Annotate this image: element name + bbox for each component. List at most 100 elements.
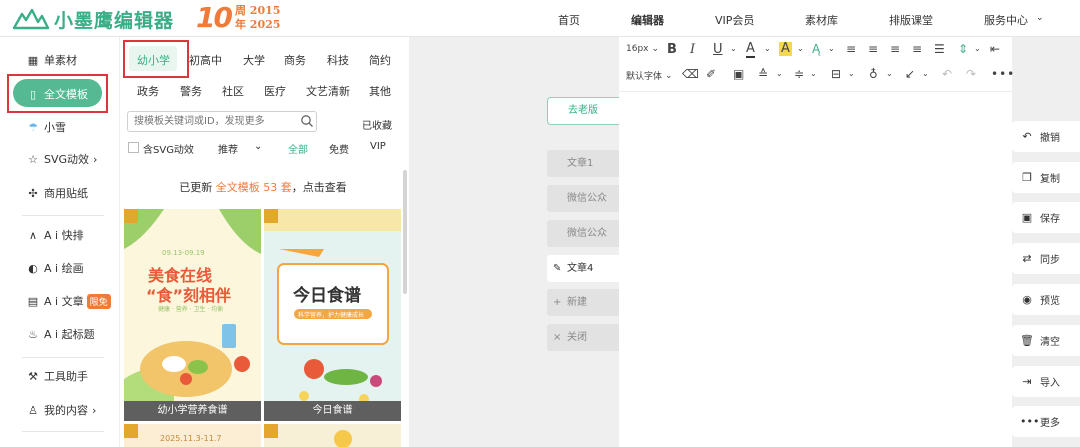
exit-icon[interactable]: ⇤: [990, 42, 1000, 56]
sync-button[interactable]: ⇄ 同步: [1012, 243, 1080, 274]
tab-other[interactable]: 其他: [369, 83, 391, 99]
sidebar-item-full-template[interactable]: ▯ 全文模板: [26, 86, 88, 102]
sidebar-item-ai-article[interactable]: ▤ A i 文章 限免: [26, 293, 111, 309]
format-brush-icon[interactable]: ✐: [706, 67, 716, 81]
logo[interactable]: 小墨鹰编辑器: [12, 5, 174, 33]
template-search-input[interactable]: [127, 111, 317, 132]
align-left-icon[interactable]: ≡: [846, 42, 856, 56]
chevron-down-icon[interactable]: ⌄: [764, 44, 771, 53]
copy-button[interactable]: ❐ 复制: [1012, 162, 1080, 193]
highlight-color-icon[interactable]: A: [779, 42, 792, 56]
chevron-down-icon[interactable]: ⌄: [776, 69, 783, 78]
paragraph-spacing-icon[interactable]: ≑: [794, 67, 804, 81]
preview-button[interactable]: ◉ 预览: [1012, 284, 1080, 315]
chevron-down-icon[interactable]: ⌄: [254, 141, 262, 152]
svg-filter-checkbox[interactable]: [128, 142, 139, 153]
tab-university[interactable]: 大学: [243, 52, 265, 68]
editor-canvas[interactable]: [619, 37, 1012, 447]
tab-simple[interactable]: 简约: [369, 52, 391, 68]
tab-high-school[interactable]: 初高中: [189, 52, 222, 68]
more-button[interactable]: ••• 更多: [1012, 406, 1080, 437]
new-article-button[interactable]: + 新建: [547, 289, 619, 316]
sidebar-item-tools[interactable]: ⚒ 工具助手: [26, 368, 88, 384]
margin-icon[interactable]: ⊟: [831, 67, 841, 81]
search-icon[interactable]: [300, 114, 314, 128]
panel-scrollbar[interactable]: [403, 170, 407, 294]
letter-spacing-icon[interactable]: ≙: [758, 67, 768, 81]
sidebar-item-my-content[interactable]: ♙ 我的内容 ›: [26, 402, 96, 418]
template-card[interactable]: [264, 424, 401, 447]
chevron-down-icon[interactable]: ⌄: [922, 69, 929, 78]
template-card[interactable]: 2025.11.3-11.7: [124, 424, 261, 447]
text-effect-icon[interactable]: Ą: [812, 42, 820, 56]
article-tab[interactable]: 微信公众: [547, 185, 619, 212]
sidebar-item-ai-layout[interactable]: ∧ A i 快排: [26, 227, 84, 243]
indent-icon[interactable]: ☰: [934, 42, 945, 56]
chevron-down-icon[interactable]: ⌄: [974, 44, 981, 53]
nav-vip[interactable]: VIP会员: [715, 12, 754, 28]
filter-all[interactable]: 全部: [288, 141, 308, 156]
tab-police[interactable]: 警务: [180, 83, 202, 99]
import-button[interactable]: ⇥ 导入: [1012, 366, 1080, 397]
article-tab-current[interactable]: ✎ 文章4: [547, 255, 619, 282]
chevron-down-icon[interactable]: ⌄: [730, 44, 737, 53]
nav-editor[interactable]: 编辑器: [631, 12, 664, 28]
tab-business[interactable]: 商务: [284, 52, 306, 68]
clear-button[interactable]: 🗑︎ 清空: [1012, 325, 1080, 356]
sidebar-item-snow[interactable]: ☂ 小雪: [26, 119, 66, 135]
chevron-down-icon[interactable]: ⌄: [828, 44, 835, 53]
article-tab[interactable]: 微信公众: [547, 220, 619, 247]
tab-medical[interactable]: 医疗: [264, 83, 286, 99]
chevron-down-icon[interactable]: ⌄: [797, 44, 804, 53]
sidebar-item-ai-title[interactable]: ♨ A i 起标题: [26, 326, 95, 342]
arrow-icon[interactable]: ↙: [905, 67, 915, 81]
tab-tech[interactable]: 科技: [327, 52, 349, 68]
tab-government[interactable]: 政务: [137, 83, 159, 99]
align-justify-icon[interactable]: ≡: [912, 42, 922, 56]
undo-button[interactable]: ↶ 撤销: [1012, 121, 1080, 152]
bulb-icon[interactable]: ♁: [869, 67, 878, 81]
line-height-icon[interactable]: ⇕: [958, 42, 968, 56]
align-center-icon[interactable]: ≡: [868, 42, 878, 56]
chevron-down-icon[interactable]: ⌄: [848, 69, 855, 78]
sidebar-item-single-material[interactable]: ▦ 单素材: [26, 52, 77, 68]
font-size-select[interactable]: 16px ⌄: [626, 44, 659, 54]
saved-link[interactable]: 已收藏: [362, 117, 392, 132]
sort-select[interactable]: 推荐: [218, 141, 238, 156]
template-card[interactable]: 09.13-09.19 美食在线 “食”刻相伴 健康 · 营养 · 卫生 · 均…: [124, 209, 261, 421]
more-icon[interactable]: •••: [991, 67, 1015, 81]
sidebar-item-ai-paint[interactable]: ◐ A i 绘画: [26, 260, 83, 276]
redo-icon[interactable]: ↷: [966, 67, 976, 81]
umbrella-icon: ☂: [28, 120, 38, 134]
italic-icon[interactable]: I: [690, 42, 695, 57]
tab-primary-school[interactable]: 幼小学: [137, 52, 170, 68]
image-icon[interactable]: ▣: [733, 67, 744, 81]
tab-community[interactable]: 社区: [222, 83, 244, 99]
article-tab[interactable]: 文章1: [547, 150, 619, 177]
nav-home[interactable]: 首页: [558, 12, 580, 28]
card-title: “食”刻相伴: [146, 286, 232, 305]
chevron-down-icon[interactable]: ⌄: [810, 69, 817, 78]
update-notice[interactable]: 已更新 全文模板 53 套，点击查看: [124, 176, 402, 200]
save-button[interactable]: ▣ 保存: [1012, 202, 1080, 233]
underline-icon[interactable]: U: [713, 42, 723, 57]
sidebar-item-svg[interactable]: ☆ SVG动效 ›: [26, 151, 97, 167]
old-version-button[interactable]: 去老版: [547, 97, 619, 125]
filter-vip[interactable]: VIP: [370, 141, 386, 152]
chevron-down-icon[interactable]: ⌄: [886, 69, 893, 78]
bold-icon[interactable]: B: [667, 42, 677, 57]
sidebar-item-sticker[interactable]: ✣ 商用贴纸: [26, 185, 88, 201]
align-right-icon[interactable]: ≡: [890, 42, 900, 56]
template-card[interactable]: 今日食谱 科学营养，护力健康成长 今日食谱: [264, 209, 401, 421]
font-color-icon[interactable]: A: [746, 42, 755, 58]
nav-materials[interactable]: 素材库: [805, 12, 838, 28]
nav-service[interactable]: 服务中心: [984, 12, 1028, 28]
close-article-button[interactable]: × 关闭: [547, 324, 619, 351]
chevron-down-icon[interactable]: ⌄: [1036, 13, 1044, 23]
eraser-icon[interactable]: ⌫: [682, 67, 699, 81]
tab-literary[interactable]: 文艺清新: [306, 83, 350, 99]
nav-course[interactable]: 排版课堂: [889, 12, 933, 28]
undo-icon[interactable]: ↶: [942, 67, 952, 81]
font-family-select[interactable]: 默认字体 ⌄: [626, 69, 673, 83]
filter-free[interactable]: 免费: [329, 141, 349, 156]
